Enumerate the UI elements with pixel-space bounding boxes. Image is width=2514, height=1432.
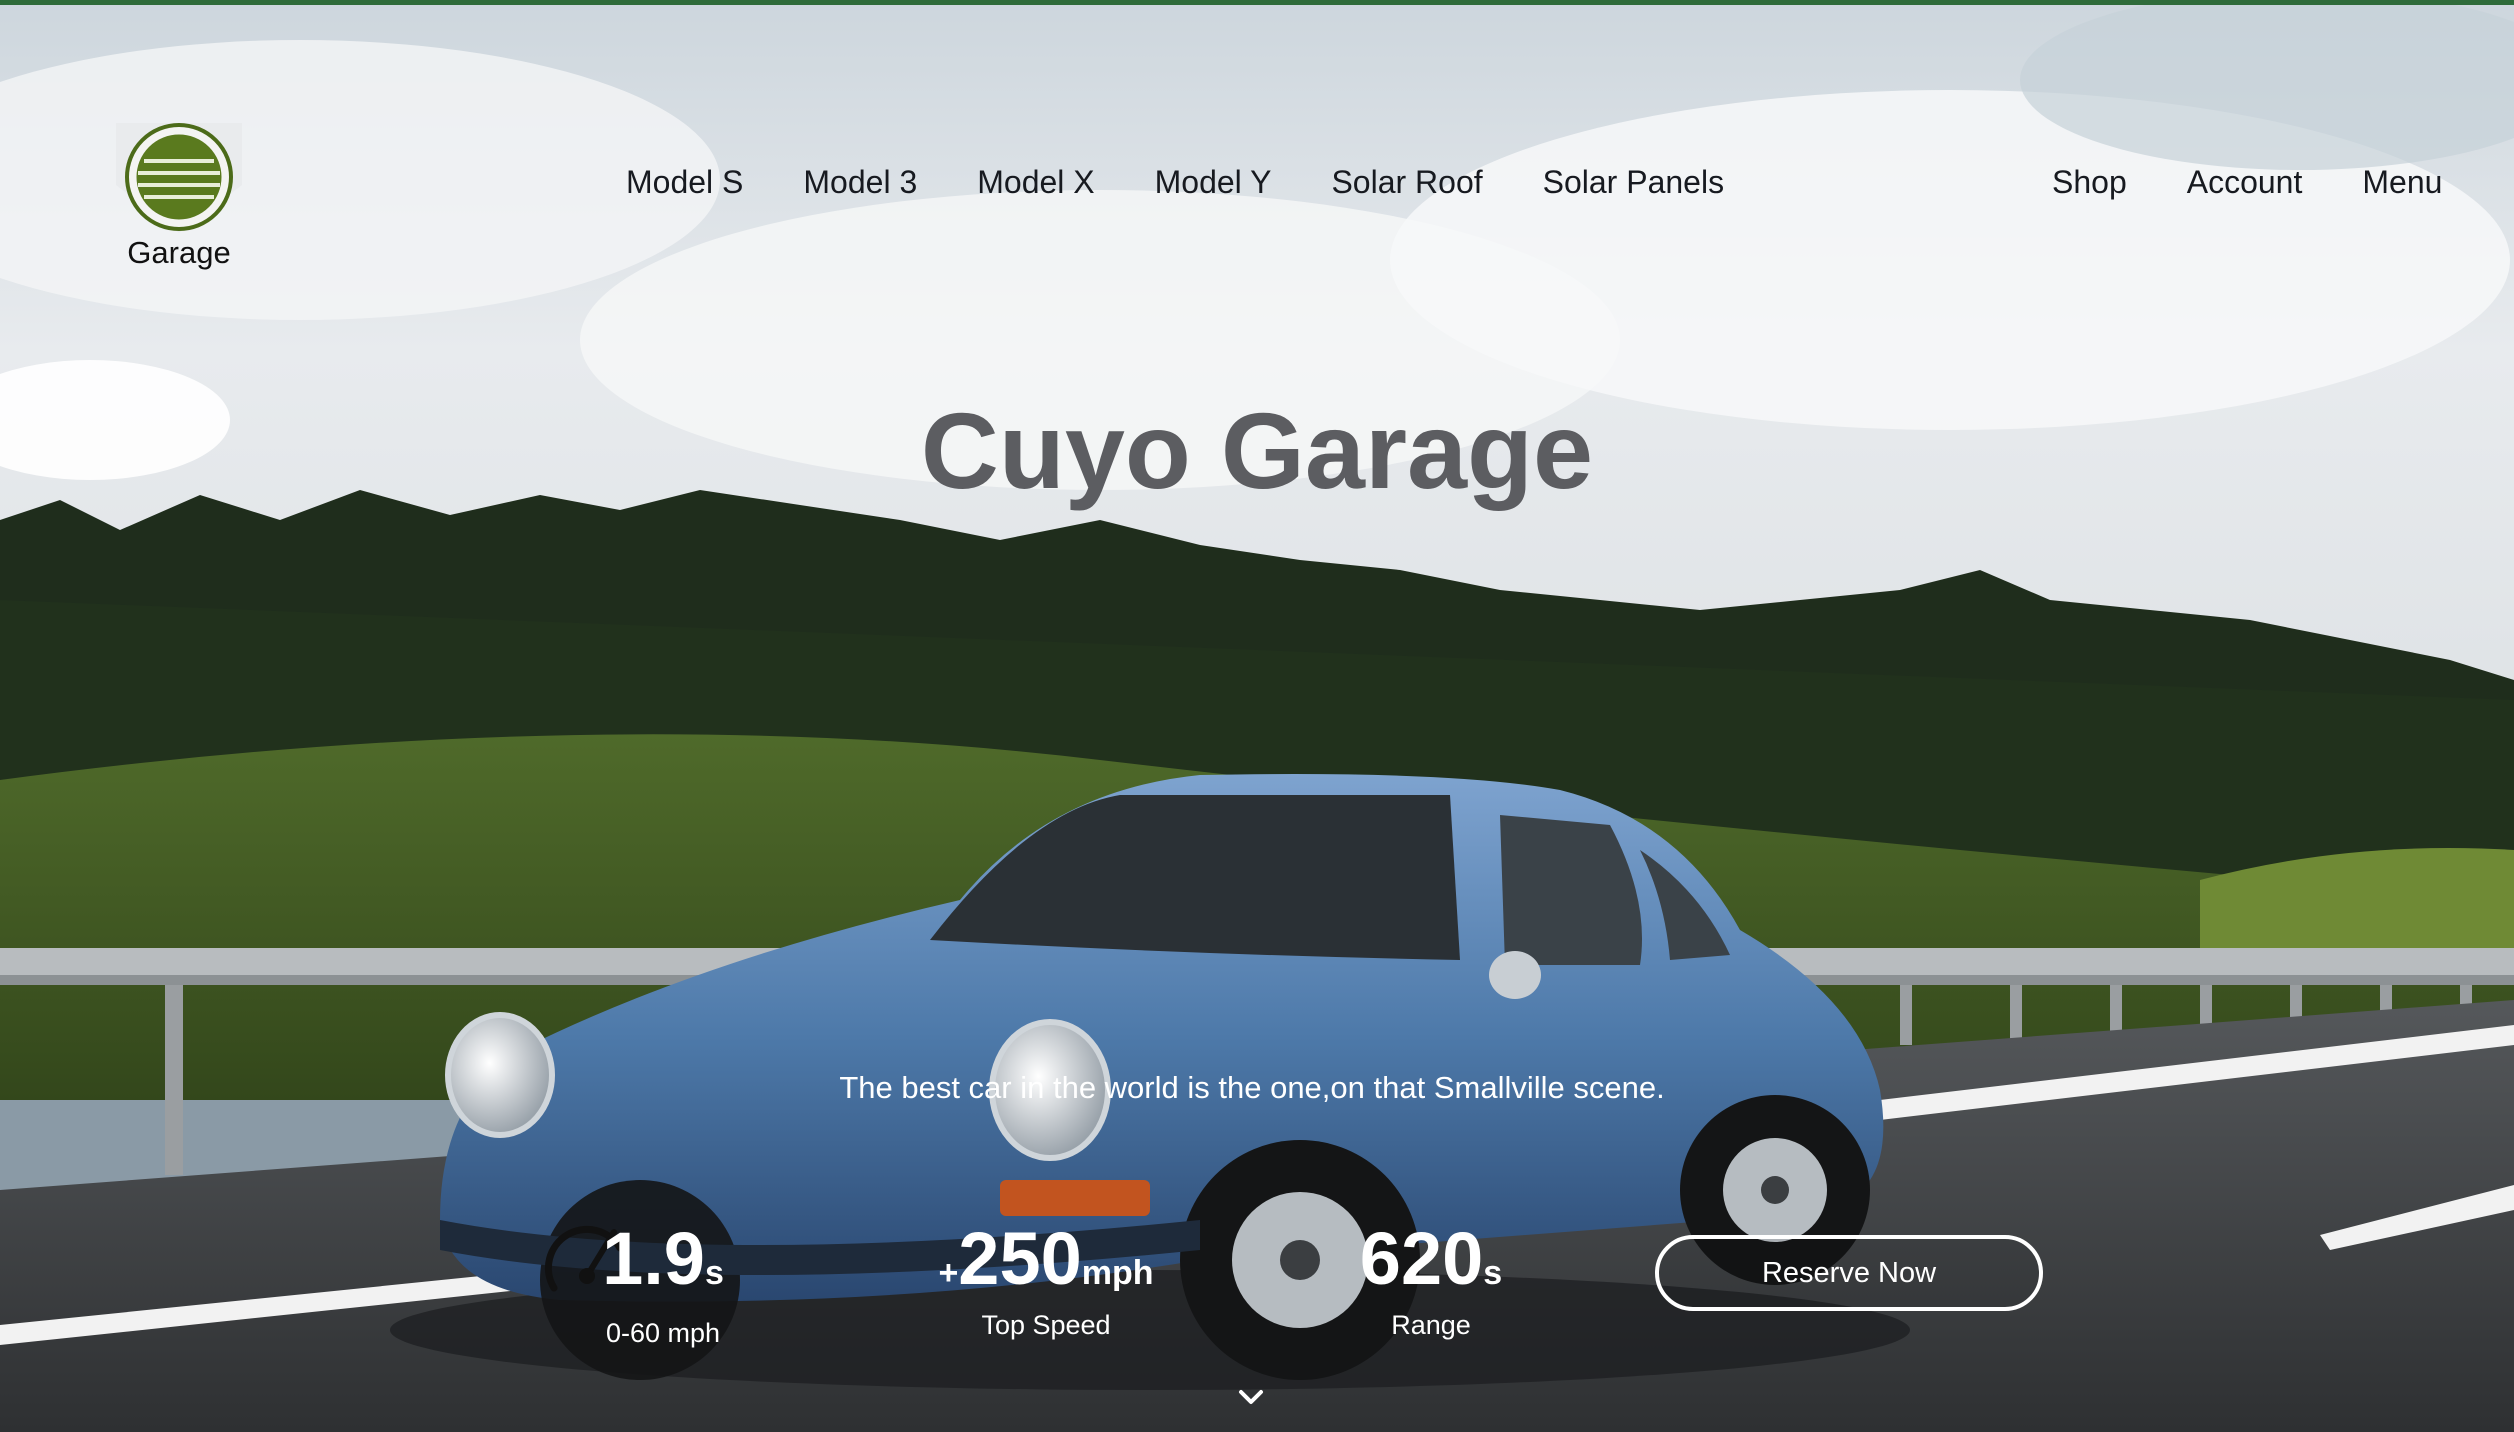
- utility-nav: Shop Account Menu: [2052, 158, 2442, 206]
- stat-top-speed-value: +250mph: [938, 1217, 1154, 1300]
- stat-acceleration-label: 0-60 mph: [605, 1318, 721, 1348]
- stat-range: 620s Range: [1355, 1222, 1507, 1341]
- stat-range-value: 620s: [1359, 1217, 1503, 1300]
- nav-item-solar-panels[interactable]: Solar Panels: [1543, 164, 1724, 201]
- stat-top-speed: +250mph Top Speed: [930, 1222, 1162, 1341]
- main-nav: Model S Model 3 Model X Model Y Solar Ro…: [626, 158, 1724, 206]
- stat-range-label: Range: [1391, 1310, 1471, 1340]
- garage-logo[interactable]: Garage: [112, 115, 246, 275]
- chevron-down-icon[interactable]: [1238, 1384, 1264, 1410]
- garage-emblem-icon: [116, 123, 242, 233]
- nav-item-menu[interactable]: Menu: [2362, 164, 2442, 201]
- landing-page: Garage Model S Model 3 Model X Model Y S…: [0, 0, 2514, 1432]
- hero-tagline: The best car in the world is the one,on …: [839, 1070, 1665, 1105]
- hero-background-image: [0, 0, 2514, 1432]
- reserve-now-button[interactable]: Reserve Now: [1655, 1235, 2043, 1311]
- nav-item-model-s[interactable]: Model S: [626, 164, 743, 201]
- stat-acceleration: 1.9s 0-60 mph: [600, 1222, 726, 1349]
- nav-item-account[interactable]: Account: [2187, 164, 2303, 201]
- nav-item-solar-roof[interactable]: Solar Roof: [1331, 164, 1482, 201]
- logo-text: Garage: [127, 235, 231, 270]
- nav-item-shop[interactable]: Shop: [2052, 164, 2127, 201]
- nav-item-model-x[interactable]: Model X: [977, 164, 1094, 201]
- stat-acceleration-value: 1.9s: [602, 1217, 724, 1300]
- nav-item-model-3[interactable]: Model 3: [803, 164, 917, 201]
- top-accent-bar: [0, 0, 2514, 5]
- stat-top-speed-label: Top Speed: [981, 1310, 1111, 1340]
- nav-item-model-y[interactable]: Model Y: [1155, 164, 1272, 201]
- hero-title: Cuyo Garage: [920, 390, 1594, 511]
